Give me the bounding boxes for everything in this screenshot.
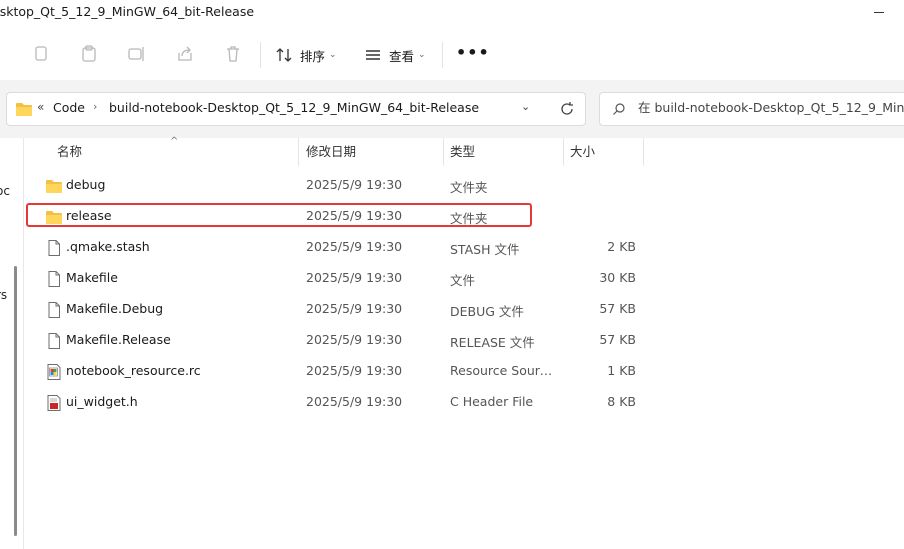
more-icon[interactable]: ••• [456, 44, 489, 66]
file-row[interactable]: notebook_resource.rc 2025/5/9 19:30 Reso… [42, 358, 642, 386]
file-name: notebook_resource.rc [66, 363, 201, 378]
file-name: Makefile.Debug [66, 301, 164, 316]
file-row[interactable]: ui_widget.h 2025/5/9 19:30 C Header File… [42, 389, 642, 417]
rename-icon[interactable] [126, 43, 148, 65]
file-type: DEBUG 文件 [450, 304, 524, 319]
toolbar-separator [260, 42, 261, 68]
file-name: debug [66, 177, 106, 192]
chevron-down-icon: ⌄ [418, 50, 426, 60]
share-icon[interactable] [174, 43, 196, 65]
highlight-annotation [26, 203, 532, 227]
rc-file-icon [45, 363, 63, 381]
delete-icon[interactable] [222, 43, 244, 65]
nav-item-fragment[interactable]: rs [0, 288, 7, 302]
file-row[interactable]: Makefile.Release 2025/5/9 19:30 RELEASE … [42, 327, 642, 355]
sort-button[interactable]: 排序 ⌄ [275, 42, 337, 68]
file-size: 1 KB [607, 363, 636, 378]
chevron-down-icon: ⌄ [329, 50, 337, 60]
file-name: Makefile.Release [66, 332, 171, 347]
file-date: 2025/5/9 19:30 [306, 363, 403, 378]
file-row[interactable]: Makefile 2025/5/9 19:30 文件 30 KB [42, 265, 642, 293]
folder-icon [15, 101, 33, 117]
file-size: 57 KB [599, 301, 636, 316]
view-icon [366, 50, 380, 60]
file-name: Makefile [66, 270, 118, 285]
column-header-name[interactable]: 名称 [51, 138, 299, 166]
file-name: .qmake.stash [66, 239, 150, 254]
column-header-type[interactable]: 类型 [444, 138, 564, 166]
chevron-down-icon[interactable]: ⌄ [521, 100, 530, 113]
file-name: ui_widget.h [66, 394, 138, 409]
breadcrumb-separator[interactable]: › [93, 100, 97, 113]
file-type: 文件夹 [450, 180, 488, 195]
file-type: 文件 [450, 273, 476, 288]
folder-icon [45, 177, 63, 195]
search-icon [612, 102, 626, 116]
file-date: 2025/5/9 19:30 [306, 394, 403, 409]
file-type: RELEASE 文件 [450, 335, 535, 350]
breadcrumb-overflow[interactable]: « [37, 100, 44, 114]
breadcrumb-code[interactable]: Code [53, 100, 85, 115]
sort-label: 排序 [300, 48, 326, 64]
file-row[interactable]: Makefile.Debug 2025/5/9 19:30 DEBUG 文件 5… [42, 296, 642, 324]
file-row[interactable]: .qmake.stash 2025/5/9 19:30 STASH 文件 2 K… [42, 234, 642, 262]
file-date: 2025/5/9 19:30 [306, 270, 403, 285]
address-bar-area: « Code › build-notebook-Desktop_Qt_5_12_… [0, 80, 904, 138]
file-icon [45, 301, 63, 319]
file-size: 57 KB [599, 332, 636, 347]
command-toolbar: 排序 ⌄ 查看 ⌄ ••• [0, 30, 904, 78]
copy-icon[interactable] [30, 43, 52, 65]
view-button[interactable]: 查看 ⌄ [364, 42, 426, 68]
file-type: Resource Source File [450, 363, 556, 378]
nav-scrollbar[interactable] [14, 266, 17, 536]
title-bar: esktop_Qt_5_12_9_MinGW_64_bit-Release [0, 0, 904, 26]
toolbar-separator [442, 42, 443, 68]
file-type: C Header File [450, 394, 534, 409]
file-row[interactable]: debug 2025/5/9 19:30 文件夹 [42, 172, 642, 200]
column-header-size[interactable]: 大小 [564, 138, 644, 166]
minimize-icon [874, 12, 884, 13]
file-icon [45, 332, 63, 350]
minimize-button[interactable] [864, 2, 904, 22]
file-size: 2 KB [607, 239, 636, 254]
file-icon [45, 239, 63, 257]
refresh-icon [561, 102, 573, 115]
file-list: ^ 名称 修改日期 类型 大小 debug 2025/5/9 19:30 文件夹… [24, 136, 904, 549]
nav-item-fragment[interactable]: oc [0, 184, 10, 198]
file-date: 2025/5/9 19:30 [306, 177, 403, 192]
search-box[interactable] [599, 92, 904, 126]
paste-icon[interactable] [78, 43, 100, 65]
window-title: esktop_Qt_5_12_9_MinGW_64_bit-Release [0, 4, 255, 19]
header-file-icon [45, 394, 63, 412]
file-date: 2025/5/9 19:30 [306, 239, 403, 254]
file-date: 2025/5/9 19:30 [306, 301, 403, 316]
file-icon [45, 270, 63, 288]
file-size: 8 KB [607, 394, 636, 409]
breadcrumb-current-folder[interactable]: build-notebook-Desktop_Qt_5_12_9_MinGW_6… [109, 100, 479, 115]
sort-icon [276, 48, 292, 62]
column-header: 名称 修改日期 类型 大小 [24, 138, 644, 166]
file-size: 30 KB [599, 270, 636, 285]
refresh-button[interactable] [559, 101, 577, 119]
file-type: STASH 文件 [450, 242, 520, 257]
column-header-date[interactable]: 修改日期 [300, 138, 444, 166]
search-input[interactable] [638, 100, 904, 115]
view-label: 查看 [389, 48, 415, 64]
address-bar[interactable]: « Code › build-notebook-Desktop_Qt_5_12_… [6, 92, 586, 126]
file-date: 2025/5/9 19:30 [306, 332, 403, 347]
navigation-pane: oc rs [0, 138, 24, 549]
